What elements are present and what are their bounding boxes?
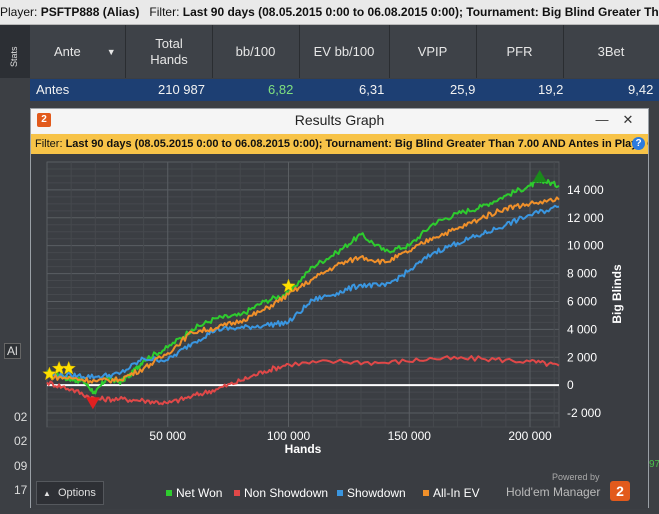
- x-tick-label: 200 000: [508, 429, 552, 443]
- legend-swatch-net-won: [166, 490, 172, 496]
- y-tick-label: -2 000: [567, 406, 601, 420]
- column-header-3bet-label: 3Bet: [597, 43, 625, 59]
- cell-bb100: 6,82: [268, 82, 294, 97]
- column-header-pfr[interactable]: PFR: [476, 25, 564, 78]
- y-tick-label: 2 000: [567, 350, 597, 364]
- window-title: Results Graph: [294, 112, 385, 128]
- y-tick-label: 0: [567, 378, 574, 392]
- chart-legend: Net Won Non Showdown Showdown All-In EV: [166, 486, 480, 500]
- x-axis-label: Hands: [285, 442, 322, 456]
- column-header-total-hands-label: Total Hands: [150, 35, 188, 67]
- cell-3bet: 9,42: [628, 82, 654, 97]
- hem-brand-logo-icon: 2: [610, 481, 630, 501]
- filter-label: Filter:: [149, 5, 180, 19]
- legend-label-net-won[interactable]: Net Won: [176, 486, 222, 500]
- graph-area: 50 000 100 000 150 000 200 000 -2 000 0 2 000…: [31, 154, 648, 509]
- y-tick-label: 8 000: [567, 267, 597, 281]
- minimize-button[interactable]: —: [589, 111, 615, 129]
- legend-label-showdown[interactable]: Showdown: [347, 486, 406, 500]
- background-row-value: 97: [649, 459, 659, 470]
- column-header-vpip-label: VPIP: [417, 43, 448, 59]
- cell-total-hands: 210 987: [158, 82, 205, 97]
- background-row-label: 17: [14, 483, 28, 497]
- background-tab[interactable]: Al: [4, 343, 21, 359]
- legend-swatch-non-showdown: [234, 490, 240, 496]
- player-value[interactable]: PSFTP888 (Alias): [41, 5, 140, 19]
- column-header-bb100-label: bb/100: [235, 43, 276, 59]
- y-tick-labels: -2 000 0 2 000 4 000 6 000 8 000 10 000 12 000 1…: [567, 183, 604, 420]
- options-button[interactable]: ▲ Options: [36, 481, 104, 505]
- player-filter-bar: Player: PSFTP888 (Alias) Filter: Last 90…: [0, 0, 659, 25]
- player-label: Player:: [0, 5, 38, 19]
- cell-pfr: 19,2: [538, 82, 564, 97]
- legend-label-non-showdown[interactable]: Non Showdown: [244, 486, 328, 500]
- cell-vpip: 25,9: [450, 82, 476, 97]
- help-icon[interactable]: ?: [632, 137, 645, 150]
- cell-ev-bb100: 6,31: [359, 82, 385, 97]
- table-row[interactable]: Antes 210 987 6,82 6,31 25,9 19,2 9,42: [30, 79, 659, 101]
- column-header-total-hands[interactable]: Total Hands: [126, 25, 213, 78]
- legend-label-all-in-ev[interactable]: All-In EV: [433, 486, 480, 500]
- x-tick-label: 150 000: [388, 429, 432, 443]
- column-header-pfr-label: PFR: [506, 43, 533, 59]
- legend-swatch-all-in-ev: [423, 490, 429, 496]
- y-tick-label: 12 000: [567, 211, 604, 225]
- window-titlebar[interactable]: 2 Results Graph — ✕: [31, 109, 648, 133]
- x-tick-labels: 50 000 100 000 150 000 200 000: [149, 429, 552, 443]
- stats-tab[interactable]: Stats: [0, 25, 30, 78]
- options-label: Options: [57, 487, 96, 499]
- results-chart: 50 000 100 000 150 000 200 000 -2 000 0 2 000…: [42, 161, 624, 500]
- y-tick-label: 6 000: [567, 294, 597, 308]
- stats-tab-label: Stats: [9, 46, 19, 67]
- graph-filter-bar: Filter: Last 90 days (08.05.2015 0:00 to…: [31, 134, 648, 154]
- background-row-label: 02: [14, 410, 28, 424]
- column-header-ev-bb100-label: EV bb/100: [313, 43, 375, 59]
- dropdown-arrow-icon[interactable]: ▼: [107, 44, 116, 60]
- powered-by-label: Powered by: [552, 472, 600, 482]
- y-tick-label: 4 000: [567, 322, 597, 336]
- column-header-3bet[interactable]: 3Bet: [563, 25, 659, 78]
- column-header-vpip[interactable]: VPIP: [389, 25, 477, 78]
- column-header-ante-label: Ante: [54, 43, 81, 59]
- y-tick-label: 10 000: [567, 239, 604, 253]
- column-header-bb100[interactable]: bb/100: [212, 25, 300, 78]
- brand-name: Hold'em Manager: [506, 485, 601, 499]
- column-header-ev-bb100[interactable]: EV bb/100: [299, 25, 390, 78]
- background-row-label: 02: [14, 434, 28, 448]
- x-tick-label: 50 000: [149, 429, 186, 443]
- results-graph-window: 2 Results Graph — ✕ Filter: Last 90 days…: [30, 108, 649, 509]
- close-button[interactable]: ✕: [615, 111, 641, 129]
- stats-table-header: Ante ▼ Total Hands bb/100 EV bb/100 VPIP…: [30, 25, 659, 78]
- cell-ante: Antes: [36, 82, 70, 97]
- graph-filter-label: Filter:: [35, 138, 63, 150]
- background-row-label: 09: [14, 459, 28, 473]
- y-axis-label: Big Blinds: [610, 264, 624, 324]
- legend-swatch-showdown: [337, 490, 343, 496]
- graph-filter-value[interactable]: Last 90 days (08.05.2015 0:00 to 06.08.2…: [66, 138, 648, 150]
- column-header-ante[interactable]: Ante ▼: [30, 25, 126, 78]
- x-tick-label: 100 000: [267, 429, 311, 443]
- chevron-up-icon: ▲: [43, 489, 51, 498]
- y-tick-label: 14 000: [567, 183, 604, 197]
- filter-value[interactable]: Last 90 days (08.05.2015 0:00 to 06.08.2…: [183, 5, 659, 19]
